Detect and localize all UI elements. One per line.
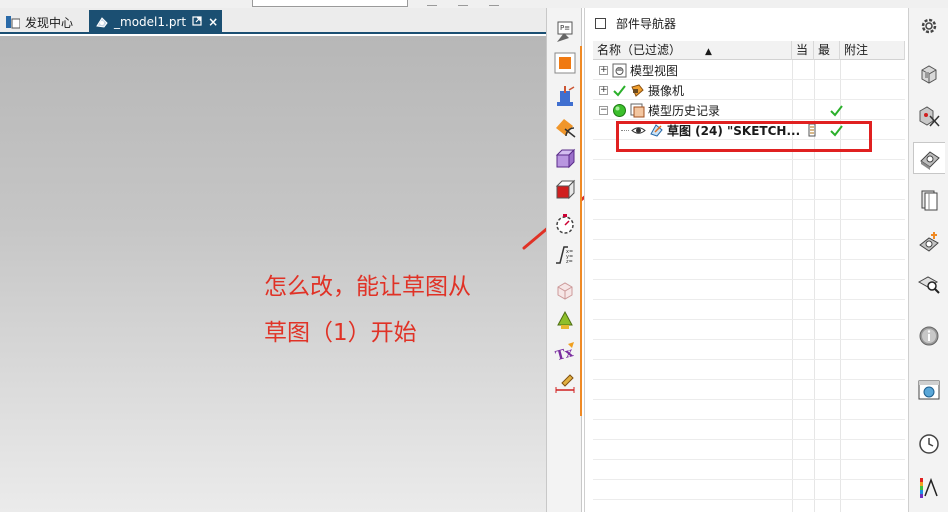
tab-model1-prt[interactable]: _model1.prt × <box>89 10 222 34</box>
graphics-toolbar: P≡ x= y= z= Tx <box>546 8 582 512</box>
tree-row-empty <box>593 460 905 480</box>
tree-row-empty <box>593 440 905 460</box>
model-view-icon <box>612 63 627 78</box>
resource-bar <box>908 8 948 512</box>
green-status-dot-icon <box>612 103 627 118</box>
latest-check-icon <box>823 100 849 120</box>
sketch-section-icon[interactable] <box>553 115 577 139</box>
column-header-notes[interactable]: 附注 <box>840 41 905 60</box>
camera-icon <box>630 83 645 98</box>
tree-row-empty <box>593 160 905 180</box>
hd3d-tools-icon[interactable] <box>913 226 945 258</box>
navigator-column-header: 名称（已过滤） ▲ 当 最 附注 <box>593 41 905 60</box>
part-file-icon <box>95 15 109 29</box>
navigator-title-bar: 部件导航器 <box>585 8 909 38</box>
tree-row-model-history[interactable]: − 模型历史记录 <box>593 100 905 120</box>
collapse-toggle[interactable]: − <box>599 105 608 115</box>
red-cube-icon[interactable] <box>553 178 577 202</box>
ribbon-arrow-edge <box>489 0 499 6</box>
close-tab-button[interactable]: × <box>208 15 218 29</box>
column-header-latest[interactable]: 最 <box>814 41 840 60</box>
graphics-window[interactable]: 怎么改，能让草图从 草图（1）开始 <box>0 36 546 512</box>
selection-filter-icon[interactable]: P≡ <box>553 20 577 44</box>
tree-row-empty <box>593 220 905 240</box>
tree-row-empty <box>593 420 905 440</box>
datum-csys-icon[interactable] <box>553 84 577 108</box>
expression-icon[interactable]: x= y= z= <box>553 242 577 266</box>
tree-row-empty <box>593 280 905 300</box>
cube-wireframe-icon[interactable] <box>553 147 577 171</box>
constraint-navigator-icon[interactable] <box>913 100 945 132</box>
svg-text:P≡: P≡ <box>560 24 570 32</box>
check-visible-icon <box>612 83 627 98</box>
part-navigator-panel: 部件导航器 名称（已过滤） ▲ 当 最 附注 + 模型视图 + 摄像机 − 模型… <box>584 8 908 512</box>
navigator-title: 部件导航器 <box>616 16 677 31</box>
question-annotation: 怎么改，能让草图从 草图（1）开始 <box>264 264 524 356</box>
orange-square-icon[interactable] <box>553 51 577 75</box>
tree-row-label: 摄像机 <box>648 83 685 98</box>
ribbon-arrow-edge <box>458 0 468 6</box>
assembly-navigator-icon[interactable] <box>913 58 945 90</box>
discovery-center-icon <box>6 15 21 29</box>
palette-icon[interactable] <box>913 472 945 504</box>
tree-row-empty <box>593 300 905 320</box>
part-navigator-icon[interactable] <box>913 142 945 174</box>
annotation-line-1: 怎么改，能让草图从 <box>264 274 471 300</box>
document-tab-bar: 发现中心 _model1.prt × <box>0 8 582 34</box>
column-header-current[interactable]: 当 <box>792 41 814 60</box>
tree-row-empty <box>593 320 905 340</box>
tree-row-empty <box>593 180 905 200</box>
tree-row-empty <box>593 260 905 280</box>
reuse-library-icon[interactable] <box>913 184 945 216</box>
tab-discovery-center[interactable]: 发现中心 <box>0 10 86 34</box>
expand-toggle[interactable]: + <box>599 65 608 75</box>
tree-row-empty <box>593 240 905 260</box>
ribbon-edge <box>0 0 948 8</box>
tree-row-cameras[interactable]: + 摄像机 <box>593 80 905 100</box>
tree-row-empty <box>593 360 905 380</box>
tree-row-empty <box>593 380 905 400</box>
sort-ascending-icon: ▲ <box>705 47 712 57</box>
tree-row-empty <box>593 400 905 420</box>
column-header-name[interactable]: 名称（已过滤） ▲ <box>593 41 792 60</box>
text-icon[interactable]: Tx <box>553 340 577 364</box>
annotation-highlight-box <box>616 121 872 152</box>
expand-toggle[interactable]: + <box>599 85 608 95</box>
tree-row-empty <box>593 500 905 512</box>
tab-label: 发现中心 <box>25 15 74 30</box>
lamp-icon[interactable] <box>553 308 577 332</box>
clock-dial-icon[interactable] <box>553 212 577 236</box>
navigator-pin-checkbox[interactable] <box>595 17 606 29</box>
command-search-input-edge[interactable] <box>252 0 408 7</box>
svg-text:z=: z= <box>566 259 573 265</box>
info-icon[interactable] <box>913 320 945 352</box>
ribbon-arrow-edge <box>427 0 437 6</box>
system-scene-icon[interactable] <box>913 374 945 406</box>
history-clock-icon[interactable] <box>913 428 945 460</box>
popout-icon[interactable] <box>192 15 202 29</box>
settings-gear-icon[interactable] <box>913 10 945 42</box>
tree-row-label: 模型历史记录 <box>648 103 721 118</box>
history-icon <box>630 103 645 118</box>
tree-row-label: 模型视图 <box>630 63 679 78</box>
tree-row-empty <box>593 480 905 500</box>
transparent-cube-icon[interactable] <box>553 278 577 302</box>
tree-row-empty <box>593 200 905 220</box>
measure-brush-icon[interactable] <box>553 372 577 396</box>
toolbar-divider <box>580 46 582 416</box>
tree-row-model-views[interactable]: + 模型视图 <box>593 60 905 80</box>
web-browser-icon[interactable] <box>913 268 945 300</box>
annotation-line-2: 草图（1）开始 <box>264 320 417 346</box>
tree-row-empty <box>593 340 905 360</box>
tab-label: _model1.prt <box>114 15 187 29</box>
